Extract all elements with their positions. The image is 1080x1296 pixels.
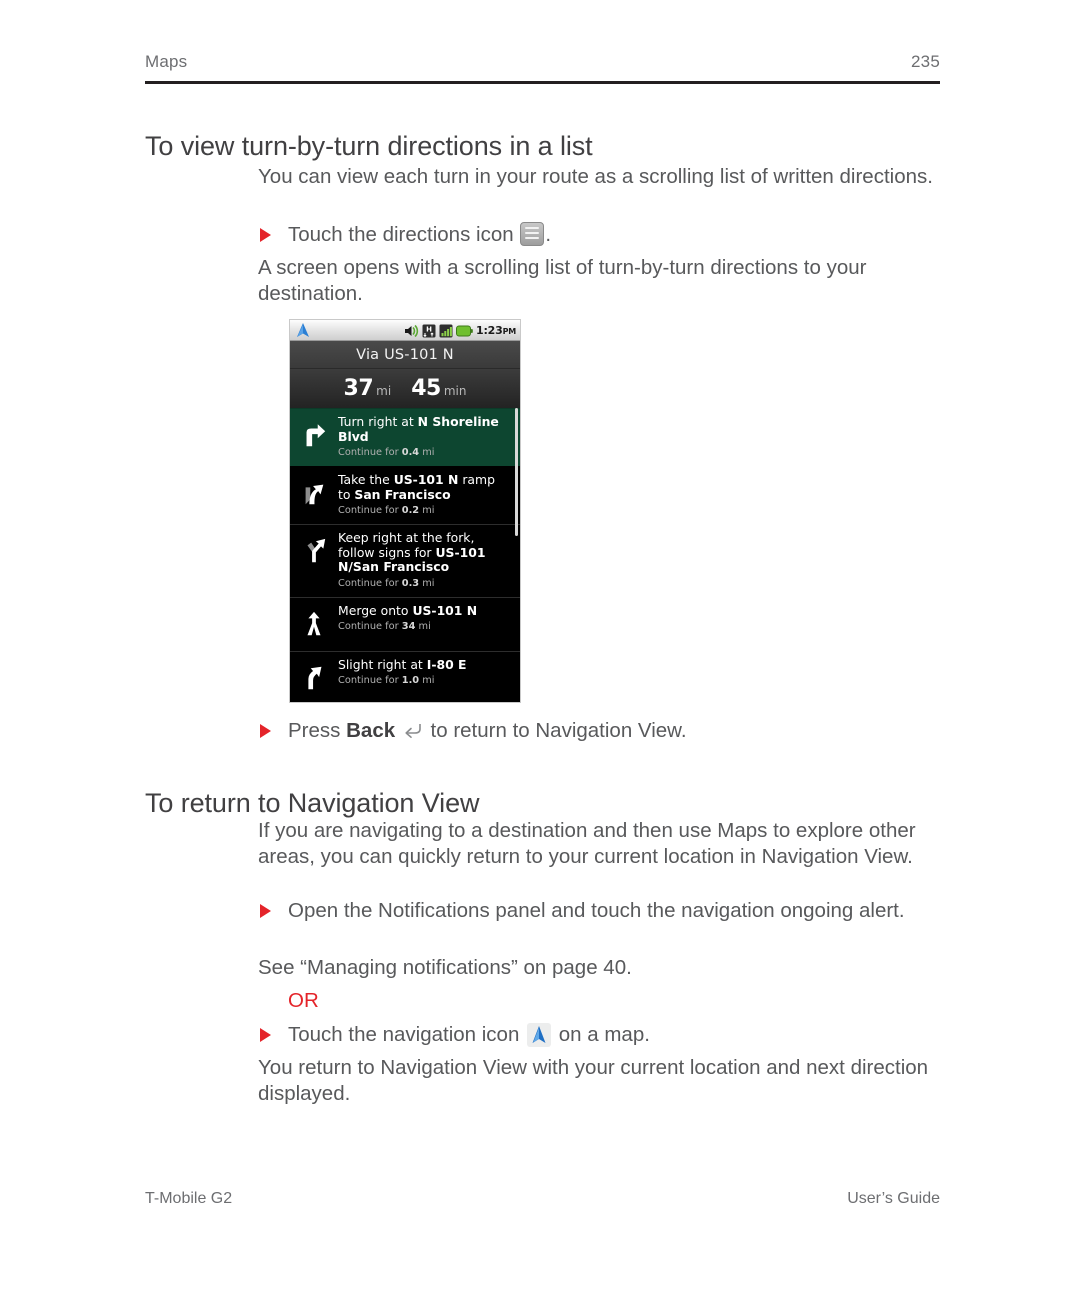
document-page: Maps 235 To view turn-by-turn directions… bbox=[0, 0, 1080, 1296]
section-heading-1: To view turn-by-turn directions in a lis… bbox=[145, 131, 593, 162]
turn-right-icon bbox=[290, 415, 338, 455]
route-distance: 37 mi bbox=[343, 376, 392, 401]
back-arrow-icon bbox=[405, 724, 421, 738]
directions-list-icon[interactable] bbox=[520, 222, 545, 246]
direction-step-distance: Continue for 34 mi bbox=[338, 621, 431, 632]
list-scrollbar[interactable] bbox=[515, 408, 518, 536]
direction-step-row[interactable]: Slight right at I-80 E Continue for 1.0 m… bbox=[290, 651, 520, 702]
section-1-bullet-detail: A screen opens with a scrolling list of … bbox=[258, 256, 867, 305]
route-via-label: Via US-101 N bbox=[290, 341, 520, 369]
header-section-title: Maps bbox=[145, 52, 188, 71]
press-label: Press bbox=[288, 719, 341, 742]
or-separator: OR bbox=[288, 989, 319, 1012]
bullet-touch-directions-icon: Touch the directions icon . bbox=[260, 222, 950, 248]
signal-bars-icon bbox=[439, 324, 453, 337]
back-key-label: Back bbox=[346, 719, 396, 742]
direction-step-text: Slight right at I-80 E Continue for 1.0 m… bbox=[338, 656, 510, 688]
bullet-marker-icon bbox=[260, 228, 271, 242]
direction-step-row[interactable]: Take the US-101 N ramp to San Francisco C… bbox=[290, 467, 520, 525]
status-bar-clock: 1:23PM bbox=[476, 324, 516, 337]
hspa-h-icon: H bbox=[422, 324, 436, 337]
bullet-press-back: Press Back to return to Navigation View. bbox=[260, 718, 950, 744]
direction-step-instruction: Merge onto US-101 N bbox=[338, 602, 478, 618]
direction-step-text: Keep right at the fork, follow signs for… bbox=[338, 530, 510, 590]
phone-screenshot-figure: H 1:23PM Via US-101 N 37 mi 45 min Turn … bbox=[289, 319, 521, 703]
direction-step-instruction: Take the US-101 N ramp to San Francisco bbox=[338, 472, 495, 502]
sound-vibrate-icon bbox=[405, 324, 419, 337]
bullet-marker-icon bbox=[260, 1028, 271, 1042]
status-bar-icons: H 1:23PM bbox=[404, 320, 516, 341]
direction-step-distance: Continue for 0.4 mi bbox=[338, 447, 435, 458]
direction-step-row[interactable]: Turn right at N Shoreline Blvd Continue f… bbox=[290, 409, 520, 467]
direction-step-distance: Continue for 0.2 mi bbox=[338, 505, 435, 516]
cross-reference-note: See “Managing notifications” on page 40. bbox=[258, 956, 632, 979]
direction-step-text: Take the US-101 N ramp to San Francisco C… bbox=[338, 472, 510, 517]
page-footer: T-Mobile G2 User’s Guide bbox=[145, 1190, 940, 1208]
bullet-text-post: . bbox=[545, 223, 552, 246]
direction-step-distance: Continue for 0.3 mi bbox=[338, 577, 435, 589]
route-duration: 45 min bbox=[411, 376, 467, 401]
slight-right-icon bbox=[290, 658, 338, 698]
direction-step-row[interactable]: Keep right at the fork, follow signs for… bbox=[290, 525, 520, 598]
section-2-intro: If you are navigating to a destination a… bbox=[258, 819, 916, 868]
bullet-text-post: on a map. bbox=[558, 1023, 650, 1046]
navigation-arrow-icon bbox=[297, 323, 309, 337]
section-heading-2: To return to Navigation View bbox=[145, 788, 480, 819]
battery-icon bbox=[456, 325, 473, 336]
running-header: Maps 235 bbox=[145, 52, 940, 72]
bullet-text-pre: Touch the directions icon bbox=[288, 223, 514, 246]
directions-step-list[interactable]: Turn right at N Shoreline Blvd Continue f… bbox=[290, 409, 520, 702]
merge-icon bbox=[290, 604, 338, 644]
direction-step-distance: Continue for 1.0 mi bbox=[338, 675, 435, 686]
direction-step-row[interactable]: Merge onto US-101 N Continue for 34 mi bbox=[290, 597, 520, 652]
bullet-marker-icon bbox=[260, 724, 271, 738]
route-summary: 37 mi 45 min bbox=[290, 369, 520, 409]
ramp-right-icon bbox=[290, 473, 338, 513]
bullet-text: Open the Notifications panel and touch t… bbox=[288, 899, 905, 922]
direction-step-instruction: Slight right at I-80 E bbox=[338, 656, 467, 672]
direction-step-text: Merge onto US-101 N Continue for 34 mi bbox=[338, 602, 510, 634]
navigation-arrow-icon[interactable] bbox=[527, 1023, 552, 1047]
bullet-text-pre: Touch the navigation icon bbox=[288, 1023, 520, 1046]
section-2-bullet-detail: You return to Navigation View with your … bbox=[258, 1056, 929, 1105]
footer-product: T-Mobile G2 bbox=[145, 1190, 233, 1207]
page-number: 235 bbox=[911, 52, 940, 71]
direction-step-instruction: Turn right at N Shoreline Blvd bbox=[338, 414, 499, 444]
phone-status-bar: H 1:23PM bbox=[290, 320, 520, 341]
footer-doc-title: User’s Guide bbox=[847, 1190, 940, 1207]
back-sentence-tail: to return to Navigation View. bbox=[430, 719, 687, 742]
bullet-touch-navigation-icon: Touch the navigation icon on a map. bbox=[260, 1022, 950, 1048]
bullet-open-notifications: Open the Notifications panel and touch t… bbox=[260, 898, 950, 924]
direction-step-instruction: Keep right at the fork, follow signs for… bbox=[338, 530, 486, 574]
header-rule bbox=[145, 81, 940, 84]
direction-step-text: Turn right at N Shoreline Blvd Continue f… bbox=[338, 414, 510, 459]
section-1-intro: You can view each turn in your route as … bbox=[258, 165, 933, 188]
svg-text:H: H bbox=[426, 325, 432, 333]
bullet-marker-icon bbox=[260, 904, 271, 918]
fork-keep-right-icon bbox=[290, 531, 338, 571]
